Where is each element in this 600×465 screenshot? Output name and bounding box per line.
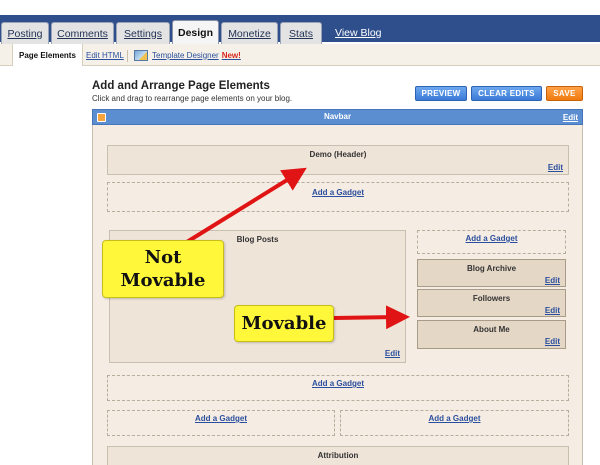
tab-stats[interactable]: Stats bbox=[280, 22, 322, 44]
widget-title: Demo (Header) bbox=[309, 150, 367, 159]
subtab-label: Template Designer bbox=[152, 50, 219, 60]
header-widget: Demo (Header) Edit bbox=[107, 145, 569, 175]
sidebar-add-gadget-slot[interactable]: Add a Gadget bbox=[417, 230, 566, 254]
add-gadget-slot[interactable]: Add a Gadget bbox=[107, 410, 335, 436]
callout-line: Movable bbox=[120, 270, 206, 291]
callout-line: Not bbox=[144, 247, 182, 268]
tab-label: Monetize bbox=[228, 27, 271, 40]
blog-posts-edit-link[interactable]: Edit bbox=[385, 349, 400, 358]
add-gadget-slot[interactable]: Add a Gadget bbox=[340, 410, 569, 436]
add-gadget-slot[interactable]: Add a Gadget bbox=[107, 375, 569, 401]
tab-label: Comments bbox=[57, 27, 108, 40]
blog-archive-gadget[interactable]: Blog Archive Edit bbox=[417, 259, 566, 287]
tab-design[interactable]: Design bbox=[172, 20, 219, 44]
subtab-label: Page Elements bbox=[19, 50, 76, 60]
widget-title: About Me bbox=[473, 325, 510, 334]
view-blog-link[interactable]: View Blog bbox=[335, 27, 382, 39]
add-gadget-link[interactable]: Add a Gadget bbox=[108, 414, 334, 423]
save-button[interactable]: SAVE bbox=[546, 86, 583, 101]
subtab-edit-html[interactable]: Edit HTML bbox=[86, 44, 124, 66]
header-edit-link[interactable]: Edit bbox=[548, 163, 563, 172]
tab-label: Settings bbox=[124, 27, 162, 40]
gadget-edit-link[interactable]: Edit bbox=[545, 276, 560, 285]
not-movable-callout: Not Movable bbox=[102, 240, 224, 298]
navbar-edit-link[interactable]: Edit bbox=[563, 113, 578, 122]
tab-label: Design bbox=[177, 26, 213, 39]
widget-title: Blog Archive bbox=[466, 264, 517, 273]
tab-comments[interactable]: Comments bbox=[51, 22, 114, 44]
tab-label: Stats bbox=[289, 27, 313, 40]
subtab-template-designer[interactable]: Template Designer New! bbox=[134, 44, 241, 66]
gadget-edit-link[interactable]: Edit bbox=[545, 337, 560, 346]
attribution-widget: Attribution bbox=[107, 446, 569, 465]
callout-line: Movable bbox=[241, 313, 327, 334]
tab-settings[interactable]: Settings bbox=[116, 22, 170, 44]
subtab-divider bbox=[127, 50, 128, 62]
tab-label: Posting bbox=[7, 27, 43, 40]
gadget-edit-link[interactable]: Edit bbox=[545, 306, 560, 315]
template-designer-icon bbox=[134, 49, 148, 61]
new-badge: New! bbox=[221, 50, 241, 60]
page-subtitle: Click and drag to rearrange page element… bbox=[92, 94, 293, 103]
subtab-page-elements[interactable]: Page Elements bbox=[12, 44, 83, 66]
navbar-widget: Navbar Edit bbox=[92, 109, 583, 125]
about-me-gadget[interactable]: About Me Edit bbox=[417, 320, 566, 349]
tab-posting[interactable]: Posting bbox=[1, 22, 49, 44]
widget-title: Attribution bbox=[317, 451, 359, 460]
preview-button[interactable]: PREVIEW bbox=[415, 86, 467, 101]
add-gadget-link[interactable]: Add a Gadget bbox=[108, 188, 568, 197]
followers-gadget[interactable]: Followers Edit bbox=[417, 289, 566, 317]
widget-title: Followers bbox=[472, 294, 511, 303]
page-title: Add and Arrange Page Elements bbox=[92, 80, 270, 92]
add-gadget-slot[interactable]: Add a Gadget bbox=[107, 182, 569, 212]
navbar-label: Navbar bbox=[323, 112, 352, 121]
top-tab-bar: Posting Comments Settings Design Monetiz… bbox=[0, 0, 600, 44]
subtab-label: Edit HTML bbox=[86, 50, 124, 60]
design-subnav: Page Elements Edit HTML Template Designe… bbox=[0, 44, 600, 66]
add-gadget-link[interactable]: Add a Gadget bbox=[341, 414, 568, 423]
clear-edits-button[interactable]: CLEAR EDITS bbox=[471, 86, 542, 101]
movable-callout: Movable bbox=[234, 305, 334, 342]
tab-monetize[interactable]: Monetize bbox=[221, 22, 278, 44]
add-gadget-link[interactable]: Add a Gadget bbox=[418, 234, 565, 243]
add-gadget-link[interactable]: Add a Gadget bbox=[108, 379, 568, 388]
